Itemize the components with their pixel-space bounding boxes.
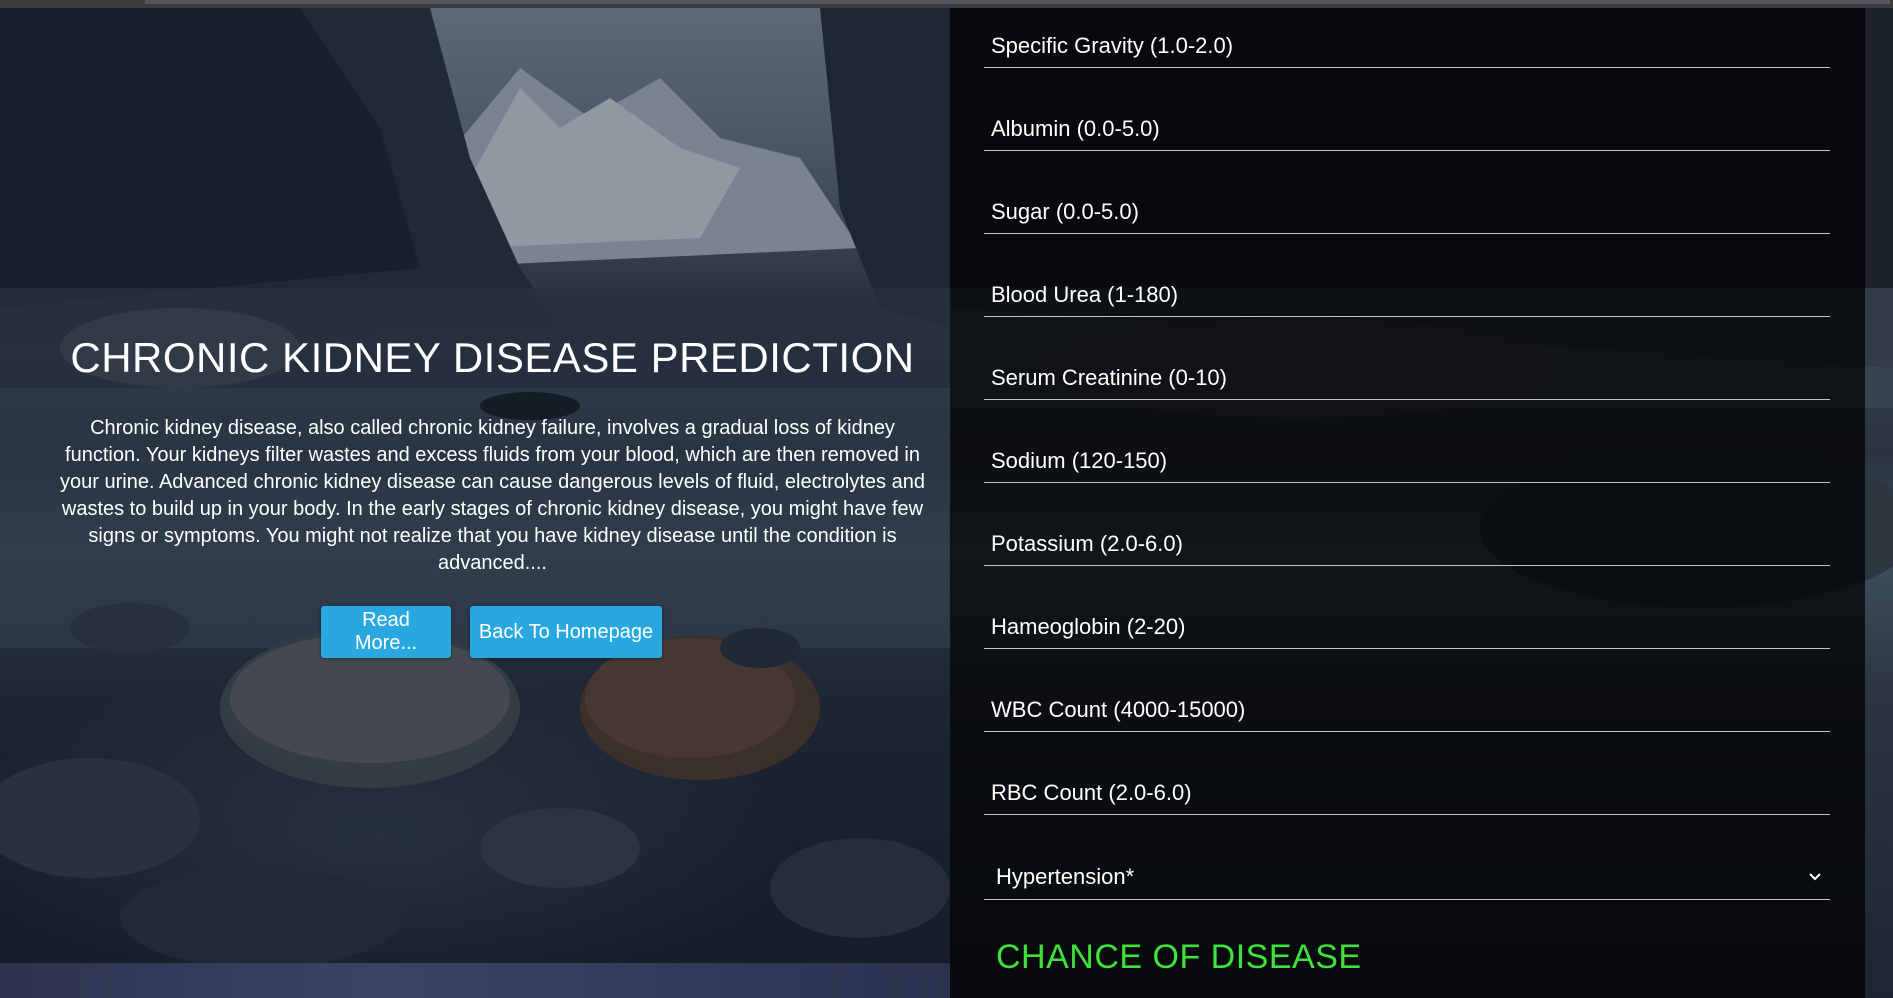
blood-urea-field [984,273,1830,317]
intro-description: Chronic kidney disease, also called chro… [60,417,925,574]
chevron-down-icon [1809,873,1821,881]
serum-creatinine-field [984,356,1830,400]
hypertension-select-value: Hypertension* [996,864,1135,889]
albumin-field [984,107,1830,151]
page-title: CHRONIC KIDNEY DISEASE PREDICTION [70,334,915,381]
hameoglobin-input[interactable] [984,605,1830,648]
sugar-input[interactable] [984,190,1830,233]
rbc-count-input[interactable] [984,771,1830,814]
potassium-input[interactable] [984,522,1830,565]
hypertension-select[interactable]: Hypertension* [984,854,1830,900]
browser-top-bar-highlight [145,0,1890,4]
serum-creatinine-input[interactable] [984,356,1830,399]
sodium-input[interactable] [984,439,1830,482]
blood-urea-input[interactable] [984,273,1830,316]
sugar-field [984,190,1830,234]
specific-gravity-input[interactable] [984,24,1830,67]
browser-top-bar [0,0,1893,8]
back-to-homepage-button[interactable]: Back To Homepage [470,606,662,658]
bottom-background-strip [0,963,950,998]
rbc-count-field [984,771,1830,815]
wbc-count-field [984,688,1830,732]
sodium-field [984,439,1830,483]
albumin-input[interactable] [984,107,1830,150]
form-panel [950,8,1865,998]
potassium-field [984,522,1830,566]
chance-of-disease-heading: CHANCE OF DISEASE [996,938,1362,976]
wbc-count-input[interactable] [984,688,1830,731]
hameoglobin-field [984,605,1830,649]
read-more-button[interactable]: Read More... [321,606,451,658]
specific-gravity-field [984,24,1830,68]
